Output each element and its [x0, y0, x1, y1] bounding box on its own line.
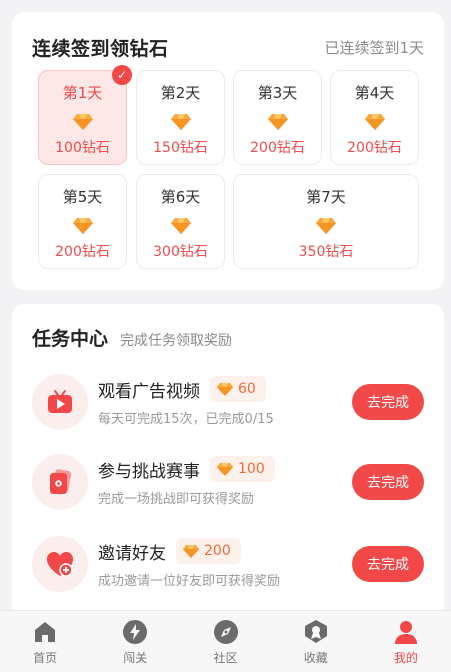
day-label: 第7天: [306, 188, 346, 206]
task-center-card: 任务中心 完成任务领取奖励 观看广告视频 60 每天可完成15次，已完成0/15…: [12, 304, 444, 614]
day-reward: 200钻石: [347, 140, 402, 156]
task-center-title: 任务中心: [32, 328, 109, 350]
nav-item-profile[interactable]: 我的: [361, 611, 451, 672]
diamond-icon: [170, 114, 191, 130]
diamond-icon: [170, 218, 191, 234]
task-name: 参与挑战赛事: [98, 461, 200, 482]
nav-label: 闯关: [123, 651, 148, 665]
checked-icon: ✓: [112, 65, 132, 85]
day-reward: 200钻石: [250, 140, 305, 156]
nav-item-favorites[interactable]: 收藏: [271, 611, 361, 672]
task-reward-value: 60: [238, 381, 256, 397]
task-description: 完成一场挑战即可获得奖励: [98, 492, 255, 507]
challenge-card-icon: [50, 469, 72, 494]
day-label: 第3天: [257, 84, 298, 102]
diamond-icon: [182, 544, 200, 558]
nav-label: 首页: [33, 651, 58, 665]
checkin-day-4[interactable]: 第4天 200钻石: [330, 70, 419, 165]
user-icon: [394, 621, 417, 644]
task-name-line: 邀请好友 200: [98, 538, 241, 564]
task-go-button[interactable]: 去完成: [352, 464, 424, 500]
home-icon: [35, 622, 56, 642]
nav-item-community[interactable]: 社区: [180, 611, 270, 672]
task-icon: [32, 374, 88, 430]
task-icon: [32, 454, 88, 510]
nav-label: 社区: [213, 651, 238, 665]
task-go-button[interactable]: 去完成: [352, 546, 424, 582]
compass-icon: [213, 620, 238, 644]
checkin-day-6[interactable]: 第6天 300钻石: [136, 174, 225, 269]
day-reward: 100钻石: [55, 140, 110, 156]
nav-item-home[interactable]: 首页: [0, 611, 90, 672]
day-label: 第4天: [354, 84, 395, 102]
checkin-day-2[interactable]: 第2天 150钻石: [136, 70, 225, 165]
task-reward-value: 100: [238, 461, 265, 477]
diamond-icon: [216, 382, 234, 396]
video-play-icon: [48, 390, 72, 413]
task-name: 观看广告视频: [98, 381, 200, 402]
diamond-icon: [364, 114, 385, 130]
day-label: 第1天: [62, 84, 103, 102]
checkin-day-5[interactable]: 第5天 200钻石: [38, 174, 127, 269]
diamond-icon: [316, 218, 336, 234]
diamond-icon: [267, 114, 288, 130]
diamond-icon: [216, 462, 234, 476]
task-description: 成功邀请一位好友即可获得奖励: [98, 574, 281, 589]
checkin-day-1[interactable]: 第1天 100钻石 ✓: [38, 65, 132, 165]
task-reward-badge: 100: [210, 456, 275, 482]
task-reward-badge: 60: [210, 376, 266, 402]
nav-label: 收藏: [303, 651, 328, 665]
checkin-status: 已连续签到1天: [324, 38, 424, 57]
bottom-nav: 首页 闯关 社区 收藏 我的: [0, 610, 451, 672]
task-watch-ad: 观看广告视频 60 每天可完成15次，已完成0/15 去完成: [12, 370, 444, 442]
day-label: 第2天: [160, 84, 201, 102]
task-name-line: 参与挑战赛事 100: [98, 456, 275, 482]
nav-item-levels[interactable]: 闯关: [90, 611, 180, 672]
task-center-header: 任务中心 完成任务领取奖励: [32, 324, 232, 352]
diamond-icon: [72, 218, 93, 234]
checkin-title: 连续签到领钻石: [32, 37, 169, 60]
task-invite-friend: 邀请好友 200 成功邀请一位好友即可获得奖励 去完成: [12, 532, 444, 604]
task-join-challenge: 参与挑战赛事 100 完成一场挑战即可获得奖励 去完成: [12, 450, 444, 522]
checkin-day-7[interactable]: 第7天 350钻石: [233, 174, 419, 269]
task-name-line: 观看广告视频 60: [98, 376, 266, 402]
diamond-icon: [72, 114, 93, 130]
task-icon: [32, 536, 88, 592]
day-reward: 200钻石: [55, 244, 110, 260]
task-center-subtitle: 完成任务领取奖励: [120, 333, 233, 349]
checkin-card: 连续签到领钻石 已连续签到1天 第1天 100钻石 ✓ 第2天 150钻石 第3…: [12, 12, 444, 290]
task-description: 每天可完成15次，已完成0/15: [98, 412, 274, 427]
day-label: 第6天: [160, 188, 201, 206]
day-reward: 350钻石: [298, 244, 354, 260]
task-reward-badge: 200: [176, 538, 241, 564]
day-reward: 150钻石: [153, 140, 208, 156]
day-label: 第5天: [62, 188, 103, 206]
checkin-day-3[interactable]: 第3天 200钻石: [233, 70, 322, 165]
checkin-header: 连续签到领钻石 已连续签到1天: [32, 32, 424, 62]
badge-icon: [304, 620, 327, 643]
nav-label: 我的: [393, 651, 418, 665]
heart-plus-icon: [47, 552, 73, 577]
lightning-icon: [123, 620, 148, 644]
task-reward-value: 200: [204, 543, 231, 559]
task-go-button[interactable]: 去完成: [352, 384, 424, 420]
task-name: 邀请好友: [98, 543, 166, 564]
day-reward: 300钻石: [153, 244, 208, 260]
